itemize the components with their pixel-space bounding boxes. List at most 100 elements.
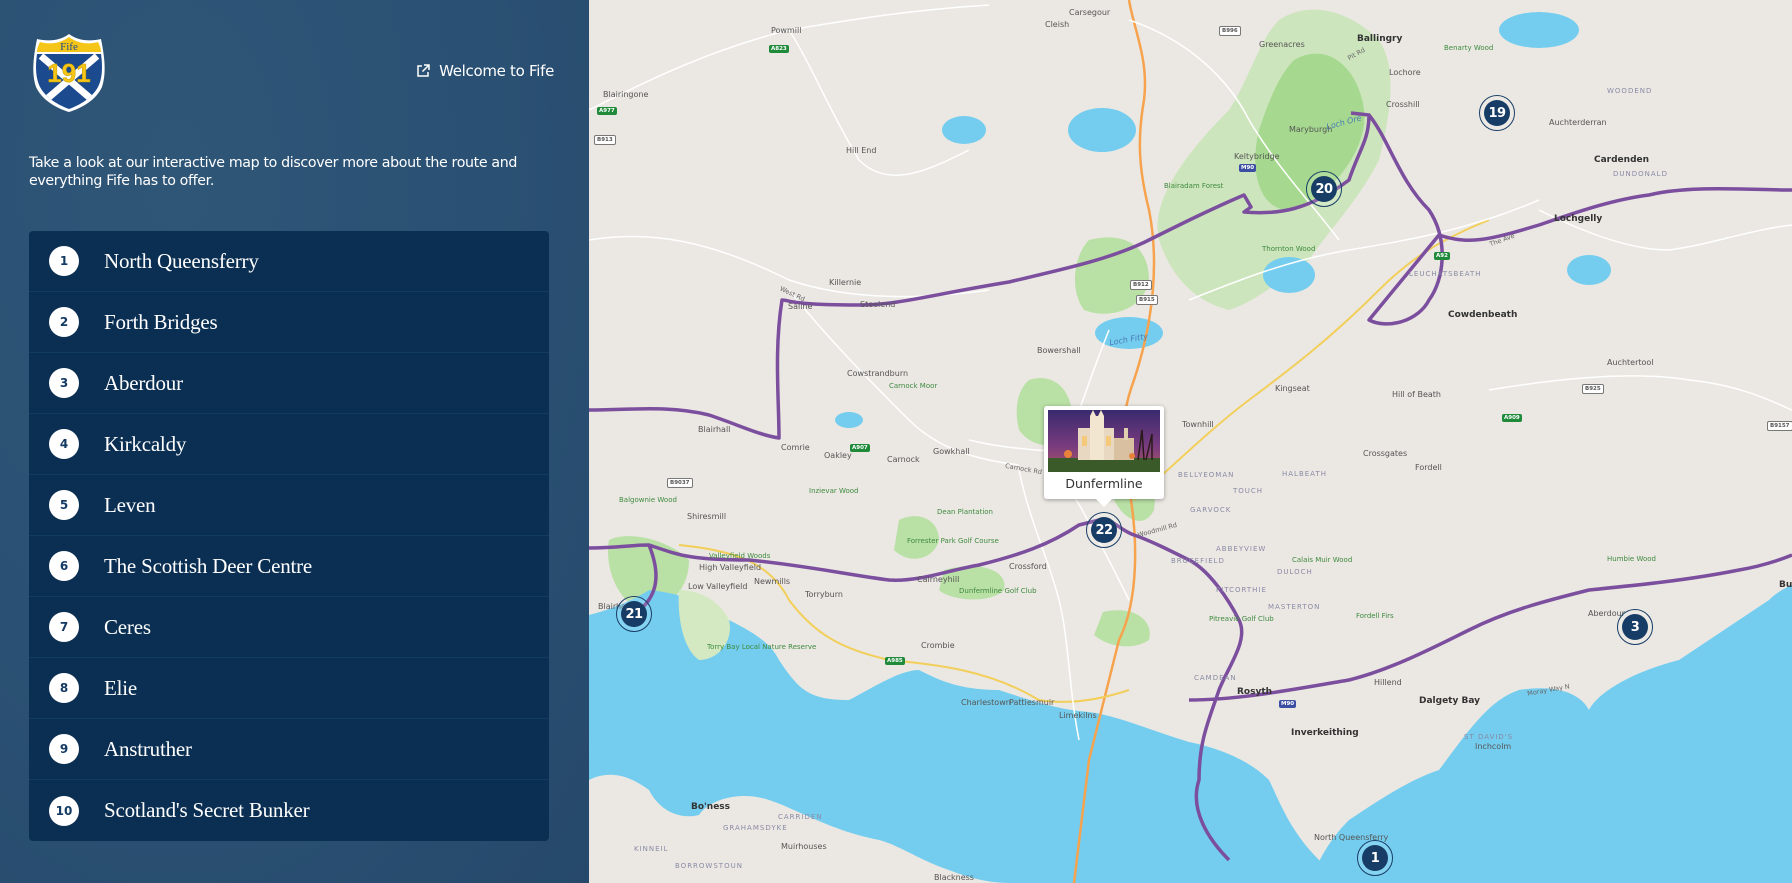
map-label-district: ST DAVID'S (1464, 733, 1514, 741)
svg-text:191: 191 (47, 58, 90, 88)
stop-number-badge: 3 (49, 368, 79, 398)
stop-item[interactable]: 2 Forth Bridges (29, 292, 549, 353)
map-label-town: Bowershall (1037, 346, 1081, 355)
map-label-town: Crossford (1009, 562, 1047, 571)
map-label-district: MASTERTON (1268, 603, 1321, 611)
marker-number: 21 (621, 601, 647, 627)
road-shield-a985: A985 (885, 657, 905, 665)
marker-number: 19 (1484, 100, 1510, 126)
stop-item[interactable]: 7 Ceres (29, 597, 549, 658)
map-label-town: Ballingry (1357, 34, 1403, 44)
stop-number-badge: 4 (49, 429, 79, 459)
map-label-district: BRUCEFIELD (1171, 557, 1225, 565)
road-shield-b9037: B9037 (667, 478, 693, 488)
map-label-town: Muirhouses (781, 842, 827, 851)
stop-item[interactable]: 1 North Queensferry (29, 231, 549, 292)
map-label-town: Carsegour (1069, 8, 1111, 17)
stop-item[interactable]: 6 The Scottish Deer Centre (29, 536, 549, 597)
stop-item[interactable]: 10 Scotland's Secret Bunker (29, 780, 549, 841)
map-label-town: High Valleyfield (699, 563, 762, 572)
map-label-town: Inverkeithing (1291, 728, 1359, 738)
svg-text:Fife: Fife (60, 41, 78, 53)
map-label-town: Comrie (781, 443, 810, 452)
map-label-town: Keltybridge (1234, 152, 1280, 161)
map-label-town: Bo'ness (691, 802, 731, 812)
map-label-town: Shiresmill (687, 512, 727, 521)
map-label-town: Hill of Beath (1392, 390, 1441, 399)
route-marker-20[interactable]: 20 (1306, 171, 1342, 207)
route-marker-19[interactable]: 19 (1479, 95, 1515, 131)
road-shield-a909: A909 (1502, 414, 1522, 422)
welcome-to-fife-link[interactable]: Welcome to Fife (415, 62, 554, 80)
road-shield-a977: A977 (597, 107, 617, 115)
stop-number-badge: 10 (49, 795, 79, 826)
map-label-wood: Pitreavie Golf Club (1209, 615, 1274, 623)
map-label-town: Pattiesmuir (1009, 698, 1055, 707)
map-label-town: Lochgelly (1554, 214, 1603, 224)
route-marker-22[interactable]: 22 (1086, 512, 1122, 548)
map-label-district: GARVOCK (1190, 506, 1232, 514)
stop-item[interactable]: 4 Kirkcaldy (29, 414, 549, 475)
map-label-town: Carnock (887, 455, 920, 464)
loch (1263, 257, 1315, 293)
map-label-district: CAMDEAN (1194, 674, 1237, 682)
location-popup[interactable]: Dunfermline (1044, 406, 1164, 507)
map-label-district: BORROWSTOUN (675, 862, 743, 870)
map-label-wood: Forrester Park Golf Course (907, 537, 999, 545)
road-shield-b996: B996 (1219, 26, 1241, 36)
stop-item[interactable]: 9 Anstruther (29, 719, 549, 780)
road-shield-a92: A92 (1434, 252, 1450, 260)
route-marker-1[interactable]: 1 (1357, 840, 1393, 876)
route-marker-21[interactable]: 21 (616, 596, 652, 632)
map-label-town: Dalgety Bay (1419, 696, 1481, 706)
road-shield-m90: M90 (1279, 700, 1297, 708)
road-shield-a907: A907 (850, 444, 870, 452)
stop-item[interactable]: 5 Leven (29, 475, 549, 536)
map-label-wood: Fordell Firs (1356, 612, 1394, 620)
map-label-wood: Benarty Wood (1444, 44, 1494, 52)
road-shield-b913: B913 (594, 135, 616, 145)
map-label-town: Blackness (934, 873, 974, 882)
marker-number: 3 (1622, 614, 1648, 640)
loch (1567, 255, 1611, 285)
map-label-town: Oakley (824, 451, 852, 460)
map-label-town: Cairneyhill (917, 575, 960, 584)
map-label-wood: Inzievar Wood (809, 487, 859, 495)
map-label-district: WOODEND (1607, 87, 1653, 95)
interactive-map[interactable]: Powmill Blairingone Hill End Carsegour C… (589, 0, 1792, 883)
map-label-wood: Humbie Wood (1607, 555, 1656, 563)
stop-name: Scotland's Secret Bunker (104, 798, 310, 822)
stop-name: The Scottish Deer Centre (104, 553, 313, 578)
map-label-town: Torryburn (805, 590, 843, 599)
map-label-town: Limekilns (1059, 711, 1097, 720)
map-label-town: Cardenden (1594, 155, 1650, 165)
map-label-town: Auchtertool (1607, 358, 1654, 367)
map-label-wood: Dean Plantation (937, 508, 993, 516)
fife-191-logo[interactable]: Fife 191 (28, 32, 110, 114)
map-label-district: GRAHAMSDYKE (723, 824, 788, 832)
map-label-district: HALBEATH (1282, 470, 1327, 478)
map-label-town: Cowdenbeath (1448, 310, 1518, 320)
stop-number-badge: 7 (49, 612, 79, 642)
map-label-town: Inchcolm (1475, 742, 1512, 751)
map-label-district: LEUCHATSBEATH (1409, 270, 1482, 278)
stop-number-badge: 8 (49, 673, 79, 703)
map-label-town: Killernie (829, 278, 862, 287)
stop-name: Aberdour (104, 370, 183, 395)
popup-title: Dunfermline (1065, 476, 1143, 491)
stop-item[interactable]: 3 Aberdour (29, 353, 549, 414)
map-label-wood: Calais Muir Wood (1292, 556, 1353, 564)
golf-course (1094, 610, 1150, 647)
map-label-wood: Balgownie Wood (619, 496, 677, 504)
map-label-town: Greenacres (1259, 40, 1305, 49)
route-marker-3[interactable]: 3 (1617, 609, 1653, 645)
stop-name: Ceres (104, 614, 151, 639)
map-label-town: Charlestown (961, 698, 1011, 707)
map-label-wood: Thornton Wood (1262, 245, 1316, 253)
stop-number-badge: 2 (49, 307, 79, 337)
map-label-town: Lochore (1389, 68, 1421, 77)
road-shield-b925: B925 (1582, 384, 1604, 394)
map-label-wood: Blairadam Forest (1164, 182, 1224, 190)
stop-item[interactable]: 8 Elie (29, 658, 549, 719)
road-shield-b912: B912 (1130, 280, 1152, 290)
